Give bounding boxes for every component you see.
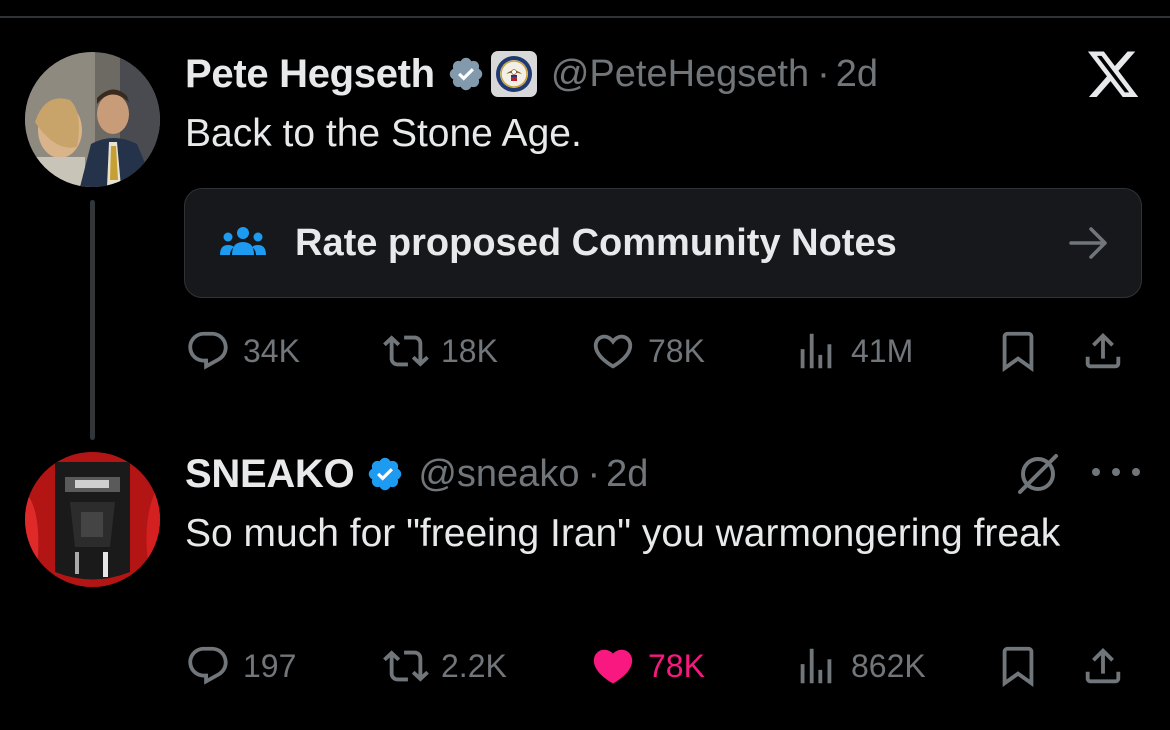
view-count: 41M: [851, 332, 914, 369]
view-count: 862K: [851, 647, 926, 684]
reply-button[interactable]: 197: [185, 640, 296, 692]
like-count: 78K: [648, 647, 705, 684]
timestamp[interactable]: 2d: [836, 53, 878, 96]
timestamp[interactable]: 2d: [606, 453, 648, 496]
verified-check-icon[interactable]: [447, 55, 485, 93]
tweet-actions: 197 2.2K 78K 862K: [185, 640, 1140, 692]
bookmark-button[interactable]: [995, 640, 1041, 692]
author-name[interactable]: SNEAKO: [185, 452, 355, 497]
department-seal-icon[interactable]: [490, 51, 537, 97]
reply-count: 197: [243, 647, 297, 684]
tweet-text: Back to the Stone Age.: [185, 112, 582, 155]
people-icon: [219, 223, 267, 263]
tweet-header: Pete Hegseth @PeteHegseth · 2d: [185, 46, 878, 102]
thread-connector-line: [90, 200, 95, 440]
retweet-count: 2.2K: [441, 647, 507, 684]
author-name[interactable]: Pete Hegseth: [185, 52, 435, 97]
separator-dot: ·: [817, 52, 830, 95]
retweet-icon: [383, 335, 429, 367]
share-button[interactable]: [1080, 325, 1126, 377]
tweet-header: SNEAKO @sneako · 2d: [185, 446, 648, 502]
reply-button[interactable]: 34K: [185, 325, 300, 377]
reply-count: 34K: [243, 332, 300, 369]
bookmark-button[interactable]: [995, 325, 1041, 377]
community-notes-prompt[interactable]: Rate proposed Community Notes: [184, 188, 1142, 298]
retweet-button[interactable]: 2.2K: [383, 640, 507, 692]
grok-icon[interactable]: [1012, 448, 1064, 500]
avatar[interactable]: [25, 452, 160, 587]
views-icon: [800, 333, 832, 369]
views-icon: [800, 648, 832, 684]
author-handle[interactable]: @sneako: [418, 453, 579, 496]
tweet-text: So much for "freeing Iran" you warmonger…: [185, 512, 1061, 555]
share-icon: [1085, 332, 1121, 369]
author-handle[interactable]: @PeteHegseth: [551, 53, 809, 96]
reply-icon: [188, 646, 228, 685]
arrow-right-icon: [1067, 223, 1111, 263]
views-button[interactable]: 41M: [793, 325, 913, 377]
share-icon: [1085, 647, 1121, 684]
like-button[interactable]: 78K: [590, 640, 705, 692]
like-button[interactable]: 78K: [590, 325, 705, 377]
reply-icon: [188, 331, 228, 370]
views-button[interactable]: 862K: [793, 640, 926, 692]
community-notes-label: Rate proposed Community Notes: [295, 221, 897, 264]
retweet-count: 18K: [441, 332, 498, 369]
avatar[interactable]: [25, 52, 160, 187]
retweet-icon: [383, 650, 429, 682]
tweet-actions: 34K 18K 78K 41M: [185, 325, 1140, 377]
top-divider: [0, 16, 1170, 18]
retweet-button[interactable]: 18K: [383, 325, 498, 377]
separator-dot: ·: [587, 452, 601, 495]
like-count: 78K: [648, 332, 705, 369]
bookmark-icon: [1002, 331, 1034, 372]
heart-icon: [593, 334, 633, 369]
more-icon[interactable]: [1092, 452, 1140, 492]
heart-filled-icon: [593, 649, 633, 684]
bookmark-icon: [1002, 646, 1034, 687]
verified-check-icon[interactable]: [366, 455, 404, 493]
x-logo-icon[interactable]: [1085, 50, 1141, 102]
share-button[interactable]: [1080, 640, 1126, 692]
